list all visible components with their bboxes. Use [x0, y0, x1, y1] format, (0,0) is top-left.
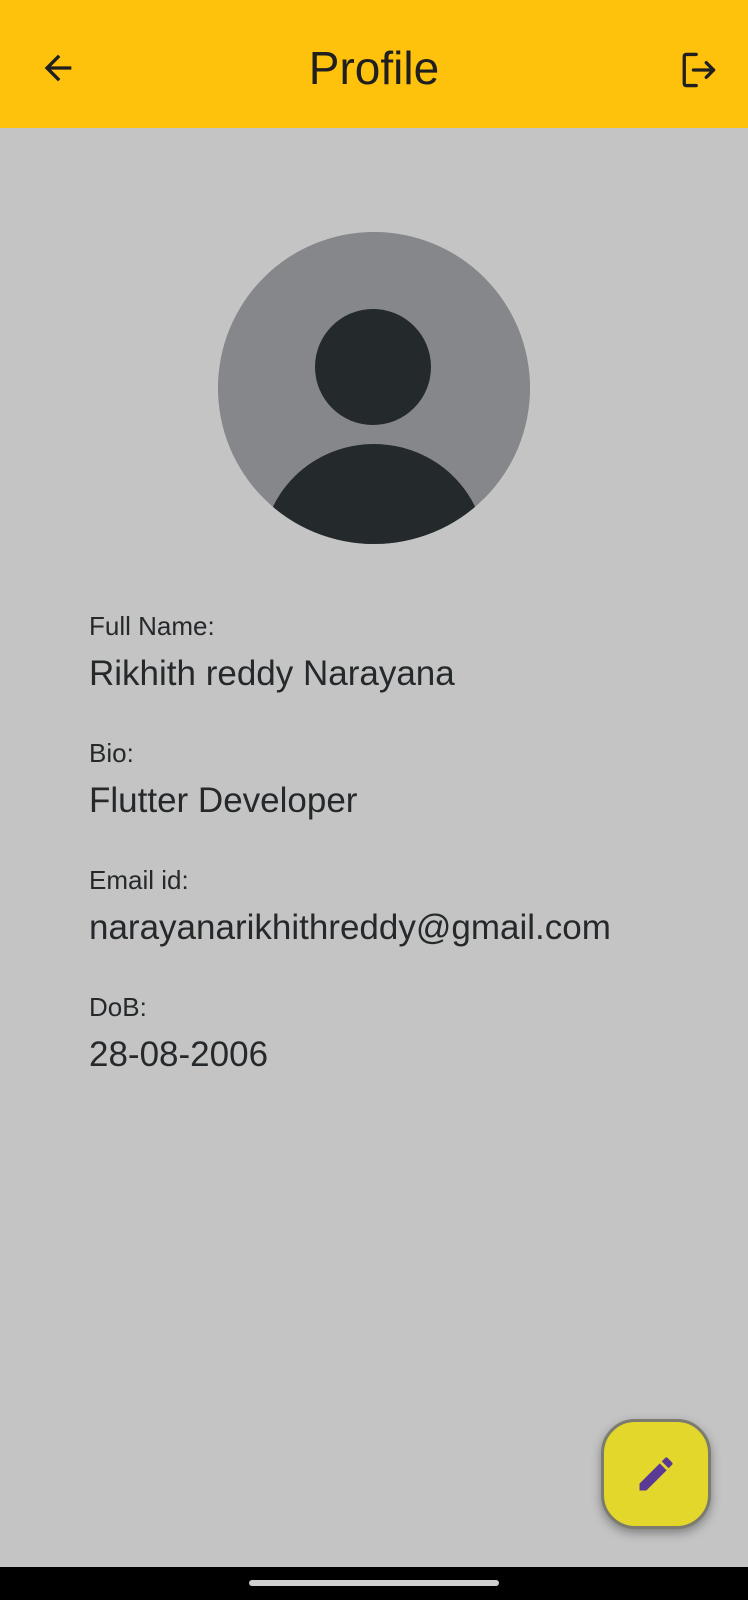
bio-label: Bio:	[89, 738, 134, 768]
logout-icon	[682, 52, 716, 88]
bio-value: Flutter Developer	[89, 781, 358, 820]
pencil-edit-icon	[639, 1457, 673, 1491]
dob-value: 28-08-2006	[89, 1035, 269, 1074]
email-label: Email id:	[89, 865, 189, 895]
app-bar: Profile	[0, 0, 748, 128]
email-value: narayanarikhithreddy@gmail.com	[89, 908, 611, 947]
profile-avatar	[218, 232, 530, 544]
logout-button[interactable]	[670, 42, 726, 98]
person-avatar-icon	[218, 232, 530, 544]
home-gesture-handle[interactable]	[249, 1580, 499, 1586]
edit-profile-button[interactable]	[601, 1419, 711, 1529]
dob-label: DoB:	[89, 992, 147, 1022]
page-title: Profile	[308, 42, 440, 94]
full-name-label: Full Name:	[89, 611, 215, 641]
system-navigation-bar	[0, 1567, 748, 1600]
full-name-value: Rikhith reddy Narayana	[89, 654, 455, 693]
